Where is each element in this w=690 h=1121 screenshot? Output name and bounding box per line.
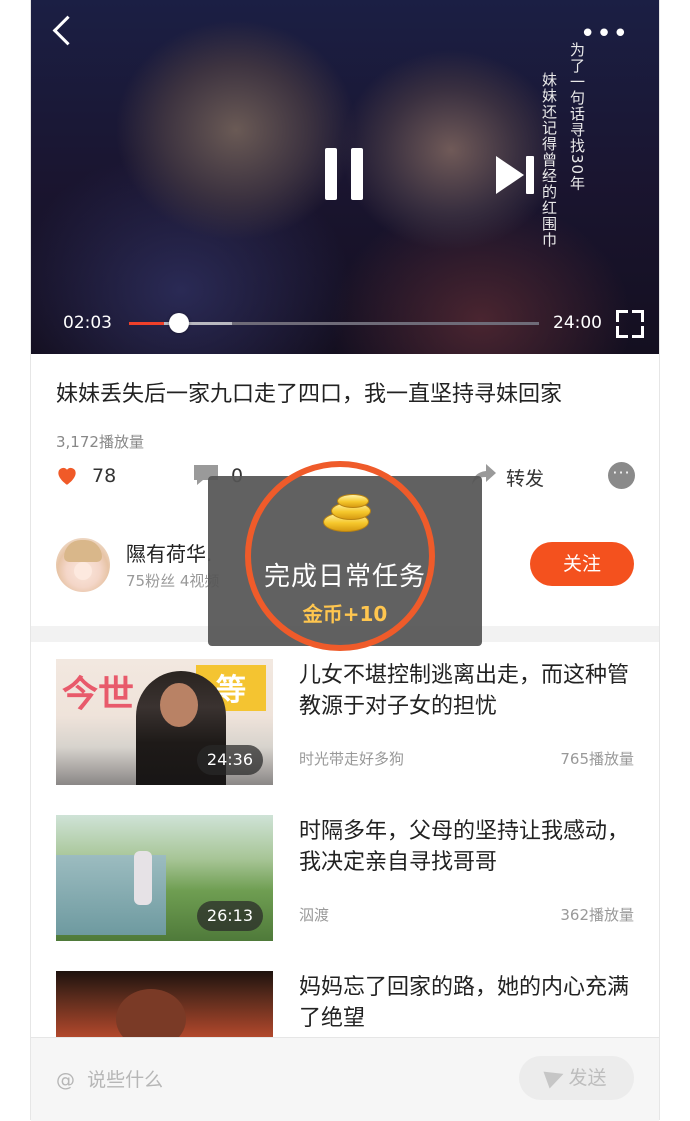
back-icon[interactable] [52, 15, 83, 46]
progress-played [129, 322, 164, 325]
related-views: 765播放量 [560, 750, 634, 768]
toast-reward: 金币+10 [302, 602, 388, 626]
share-label[interactable]: 转发 [506, 464, 544, 491]
send-button[interactable]: 发送 [519, 1056, 634, 1100]
duration-badge: 24:36 [196, 745, 263, 775]
follow-button[interactable]: 关注 [530, 542, 634, 586]
skip-next-icon[interactable] [496, 156, 540, 194]
send-icon [543, 1065, 568, 1089]
related-source: 泅渡 [299, 906, 330, 924]
related-thumbnail[interactable]: 26:13 [56, 815, 273, 941]
more-icon[interactable]: ••• [580, 21, 629, 47]
thumbnail-art [116, 989, 186, 1037]
author-name[interactable]: 隰有荷华. [126, 538, 212, 567]
video-title: 妹妹丢失后一家九口走了四口，我一直坚持寻妹回家 [56, 382, 563, 407]
video-player[interactable]: ••• 为了一句话寻找30年 妹妹还记得曾经的红围巾 02:03 24:00 [31, 0, 659, 354]
view-count: 3,172播放量 [56, 433, 144, 451]
related-thumbnail[interactable]: 今世 等 24:36 [56, 659, 273, 785]
related-source: 时光带走好多狗 [299, 750, 405, 768]
comment-input[interactable] [56, 1065, 316, 1095]
related-views: 362播放量 [560, 906, 634, 924]
fullscreen-icon[interactable] [616, 310, 644, 338]
thumbnail-art [160, 683, 198, 727]
author-meta: 75粉丝 4视频 [126, 572, 220, 590]
frame-border-right [659, 0, 660, 1120]
related-title[interactable]: 妈妈忘了回家的路，她的内心充满了绝望 [299, 972, 639, 1034]
send-label: 发送 [568, 1067, 607, 1089]
progress-bar[interactable] [129, 322, 539, 325]
duration-time: 24:00 [553, 313, 602, 333]
current-time: 02:03 [63, 313, 112, 333]
related-title[interactable]: 儿女不堪控制逃离出走，而这种管教源于对子女的担忧 [299, 660, 639, 722]
pause-icon[interactable] [325, 148, 363, 200]
author-avatar[interactable] [56, 538, 110, 592]
heart-icon [58, 467, 76, 485]
more-options-icon[interactable]: ··· [608, 462, 635, 489]
video-caption: 为了一句话寻找30年 妹妹还记得曾经的红围巾 [533, 42, 593, 292]
video-caption-line1: 为了一句话寻找30年 [568, 42, 586, 192]
duration-badge: 26:13 [196, 901, 263, 931]
related-thumbnail[interactable] [56, 971, 273, 1037]
related-title[interactable]: 时隔多年，父母的坚持让我感动，我决定亲自寻找哥哥 [299, 816, 639, 878]
video-caption-line2: 妹妹还记得曾经的红围巾 [540, 72, 558, 248]
toast-title: 完成日常任务 [263, 562, 426, 592]
thumbnail-art: 今世 [62, 674, 135, 715]
like-button[interactable] [54, 462, 80, 492]
gold-coin-icon [315, 494, 375, 534]
app-screen: ••• 为了一句话寻找30年 妹妹还记得曾经的红围巾 02:03 24:00 妹… [0, 0, 690, 1121]
like-count: 78 [92, 465, 117, 487]
thumbnail-art [134, 851, 152, 905]
progress-knob[interactable] [169, 313, 189, 333]
